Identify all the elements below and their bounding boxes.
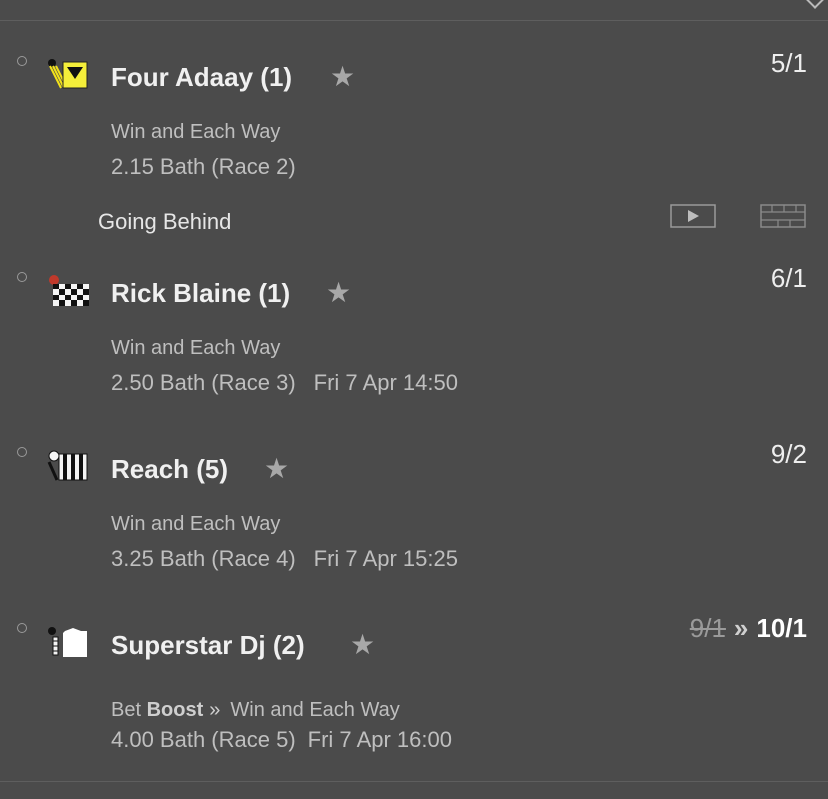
odds-price[interactable]: 6/1 — [771, 263, 807, 293]
event-info: 4.00 Bath (Race 5) Fri 7 Apr 16:00 — [111, 727, 452, 753]
star-icon[interactable]: ★ — [330, 62, 355, 92]
bet-label: Bet — [111, 699, 142, 721]
jockey-silk-icon — [48, 627, 87, 657]
top-divider — [0, 20, 828, 21]
event-datetime: Fri 7 Apr 14:50 — [313, 370, 458, 395]
market-type: Win and Each Way — [111, 337, 281, 359]
runner-name: Four Adaay (1) — [111, 62, 293, 92]
event-datetime: Fri 7 Apr 15:25 — [313, 546, 458, 571]
market-name: Win and Each Way — [230, 699, 400, 721]
market-type: Win and Each Way — [111, 121, 281, 143]
jockey-silk-icon — [47, 450, 88, 481]
double-chevron-icon: » — [209, 699, 221, 721]
jockey-silk-icon — [48, 59, 88, 89]
star-icon[interactable]: ★ — [264, 454, 289, 484]
jockey-silk-icon — [49, 275, 89, 306]
play-icon[interactable] — [670, 204, 716, 228]
runner-name: Superstar Dj (2) — [111, 630, 305, 660]
odds-price: 10/1 — [756, 613, 807, 643]
event-datetime: Fri 7 Apr 16:00 — [307, 727, 452, 752]
event-info: 3.25 Bath (Race 4) Fri 7 Apr 15:25 — [111, 546, 458, 572]
selection-radio[interactable] — [17, 447, 27, 457]
star-icon[interactable]: ★ — [350, 630, 375, 660]
odds-boosted[interactable]: 9/1» 10/1 — [690, 613, 807, 643]
star-icon[interactable]: ★ — [326, 278, 351, 308]
odds-price[interactable]: 9/2 — [771, 439, 807, 469]
chevron-down-icon[interactable] — [805, 0, 825, 9]
event-name: 3.25 Bath (Race 4) — [111, 546, 296, 571]
event-info: 2.15 Bath (Race 2) — [111, 154, 296, 180]
selection-radio[interactable] — [17, 56, 27, 66]
racecard-icon[interactable] — [760, 204, 806, 228]
market-type: Bet Boost» Win and Each Way — [111, 698, 400, 722]
going-status: Going Behind — [98, 209, 232, 234]
event-name: 2.50 Bath (Race 3) — [111, 370, 296, 395]
event-name: 2.15 Bath (Race 2) — [111, 154, 296, 179]
event-info: 2.50 Bath (Race 3) Fri 7 Apr 14:50 — [111, 370, 458, 396]
odds-price[interactable]: 5/1 — [771, 48, 807, 78]
double-chevron-icon: » — [733, 613, 749, 643]
event-name: 4.00 Bath (Race 5) — [111, 727, 296, 752]
runner-name: Reach (5) — [111, 454, 229, 484]
market-type: Win and Each Way — [111, 513, 281, 535]
runner-name: Rick Blaine (1) — [111, 278, 291, 308]
odds-original: 9/1 — [689, 613, 726, 643]
boost-label: Boost — [146, 699, 204, 721]
selection-radio[interactable] — [17, 623, 27, 633]
bottom-divider — [0, 781, 828, 782]
selection-radio[interactable] — [17, 272, 27, 282]
